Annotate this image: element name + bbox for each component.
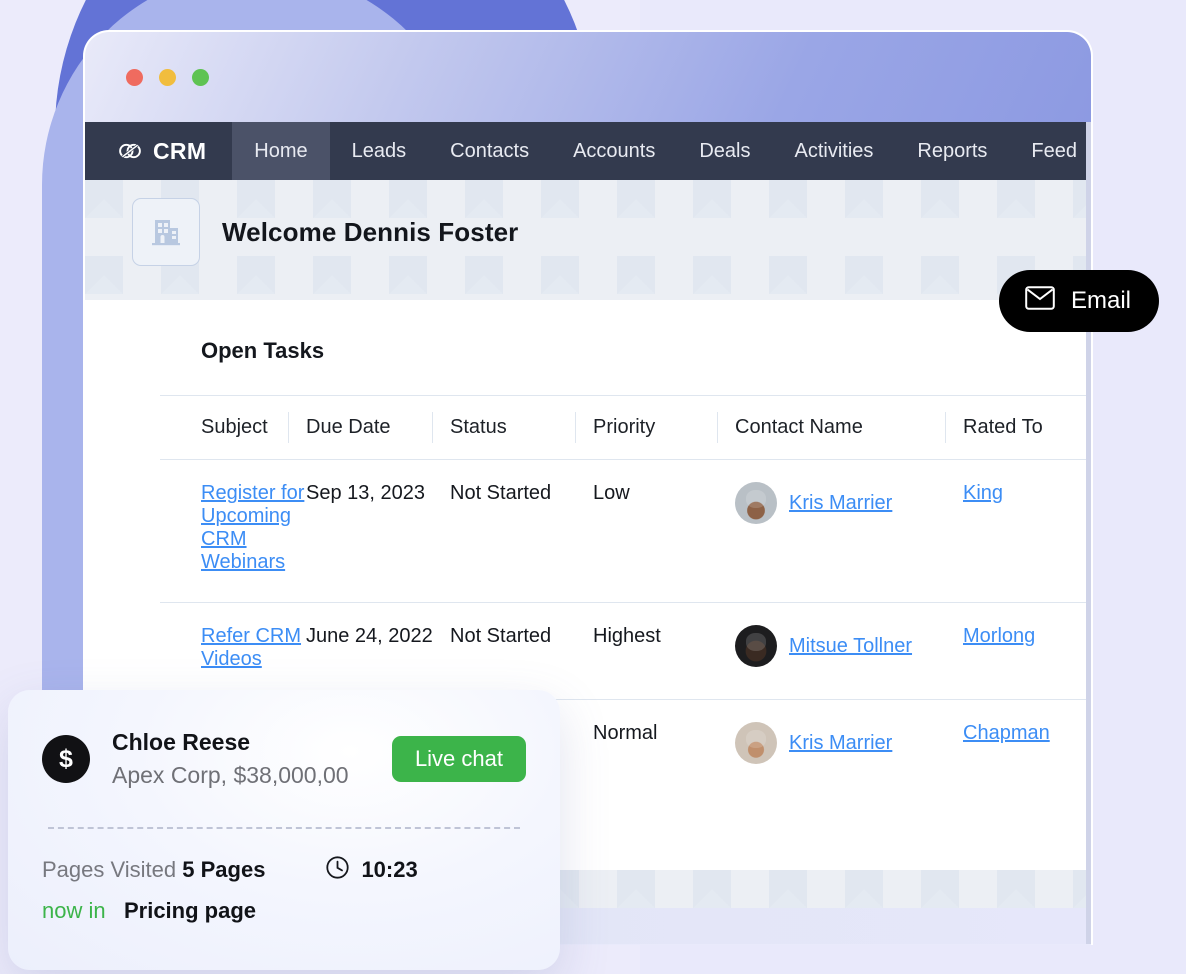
cell-contact: Kris Marrier bbox=[735, 700, 963, 793]
cell-rated-to: Morlong bbox=[963, 602, 1091, 700]
cell-contact: Kris Marrier bbox=[735, 459, 963, 603]
column-header-status[interactable]: Status bbox=[432, 395, 593, 460]
nav-item-reports[interactable]: Reports bbox=[895, 122, 1009, 180]
chat-visitor-info: Chloe Reese Apex Corp, $38,000,00 bbox=[112, 726, 370, 793]
nav-item-deals[interactable]: Deals bbox=[677, 122, 772, 180]
nav-label-reports: Reports bbox=[917, 139, 988, 162]
visit-time: 10:23 bbox=[325, 855, 418, 886]
cell-priority: Highest bbox=[593, 602, 735, 700]
cell-rated-to: King bbox=[963, 459, 1091, 603]
nav-item-home[interactable]: Home bbox=[232, 122, 330, 180]
screenshot-stage: CRM Home Leads Contacts Accounts Deals A… bbox=[0, 0, 1186, 974]
minimize-window-button[interactable] bbox=[159, 68, 176, 86]
column-header-contact-name[interactable]: Contact Name bbox=[717, 395, 963, 460]
dollar-icon: $ bbox=[42, 735, 90, 784]
crm-brand[interactable]: CRM bbox=[85, 122, 232, 180]
chat-card-stats: Pages Visited 5 Pages 10:23 bbox=[42, 855, 526, 886]
contact-link[interactable]: Mitsue Tollner bbox=[789, 635, 912, 658]
welcome-banner: Welcome Dennis Foster bbox=[85, 180, 1091, 300]
nav-label-leads: Leads bbox=[351, 139, 407, 162]
vertical-scrollbar[interactable] bbox=[1086, 122, 1091, 944]
chat-card-divider bbox=[48, 826, 520, 829]
avatar bbox=[735, 482, 777, 524]
nav-label-contacts: Contacts bbox=[450, 139, 530, 162]
nav-item-contacts[interactable]: Contacts bbox=[428, 122, 551, 180]
column-header-due-date[interactable]: Due Date bbox=[288, 395, 450, 460]
nav-item-feed[interactable]: Feed bbox=[1009, 122, 1091, 180]
nav-label-deals: Deals bbox=[699, 139, 751, 162]
nav-item-activities[interactable]: Activities bbox=[772, 122, 895, 180]
avatar bbox=[735, 722, 777, 764]
main-navigation: CRM Home Leads Contacts Accounts Deals A… bbox=[85, 122, 1091, 180]
envelope-icon bbox=[1025, 285, 1055, 317]
page-title: Welcome Dennis Foster bbox=[222, 216, 519, 247]
cell-status: Not Started bbox=[450, 602, 593, 700]
contact-link[interactable]: Kris Marrier bbox=[789, 732, 892, 755]
task-subject-link[interactable]: Register for Upcoming CRM Webinars bbox=[201, 482, 304, 573]
open-tasks-title: Open Tasks bbox=[201, 338, 325, 363]
nav-item-leads[interactable]: Leads bbox=[330, 122, 429, 180]
pages-visited-label: Pages Visited bbox=[42, 857, 177, 883]
cell-subject: Refer CRM Videos bbox=[160, 602, 306, 700]
brand-label: CRM bbox=[153, 137, 207, 164]
email-button[interactable]: Email bbox=[999, 270, 1160, 332]
table-row[interactable]: Refer CRM Videos June 24, 2022 Not Start… bbox=[160, 602, 1091, 700]
cell-status: Not Started bbox=[450, 459, 593, 603]
rated-to-link[interactable]: Chapman bbox=[963, 722, 1050, 744]
email-button-label: Email bbox=[1071, 287, 1132, 314]
table-header-row: Subject Due Date Status Priority Contact… bbox=[160, 395, 1091, 460]
visitor-company: Apex Corp, $38,000,00 bbox=[112, 762, 349, 789]
cell-priority: Low bbox=[593, 459, 735, 603]
table-row[interactable]: Register for Upcoming CRM Webinars Sep 1… bbox=[160, 459, 1091, 603]
maximize-window-button[interactable] bbox=[192, 68, 209, 86]
now-in-page: Pricing page bbox=[123, 897, 257, 923]
live-chat-button[interactable]: Live chat bbox=[391, 736, 526, 783]
nav-label-activities: Activities bbox=[794, 139, 874, 162]
avatar bbox=[735, 625, 777, 667]
column-header-subject[interactable]: Subject bbox=[160, 395, 306, 460]
window-titlebar bbox=[85, 32, 1091, 122]
welcome-row: Welcome Dennis Foster bbox=[132, 198, 518, 266]
nav-item-accounts[interactable]: Accounts bbox=[551, 122, 677, 180]
now-in-label: now in bbox=[42, 897, 106, 923]
cell-priority: Normal bbox=[593, 722, 658, 744]
rated-to-link[interactable]: Morlong bbox=[963, 625, 1035, 647]
column-header-priority[interactable]: Priority bbox=[575, 395, 735, 460]
live-chat-card: $ Chloe Reese Apex Corp, $38,000,00 Live… bbox=[8, 690, 560, 970]
column-header-rated-to[interactable]: Rated To bbox=[945, 395, 1091, 460]
nav-label-accounts: Accounts bbox=[573, 139, 656, 162]
nav-label-feed: Feed bbox=[1031, 139, 1078, 162]
cell-due-date: June 24, 2022 bbox=[306, 602, 450, 700]
contact-link[interactable]: Kris Marrier bbox=[789, 492, 892, 515]
nav-label-home: Home bbox=[254, 139, 308, 162]
cell-due-date: Sep 13, 2023 bbox=[306, 459, 450, 603]
cell-subject: Register for Upcoming CRM Webinars bbox=[160, 459, 306, 603]
table-head: Subject Due Date Status Priority Contact… bbox=[160, 395, 1091, 460]
cell-contact: Mitsue Tollner bbox=[735, 602, 963, 700]
interlocking-links-icon bbox=[117, 138, 143, 164]
chat-card-header: $ Chloe Reese Apex Corp, $38,000,00 Live… bbox=[42, 726, 526, 793]
task-subject-link[interactable]: Refer CRM Videos bbox=[201, 625, 301, 670]
clock-icon bbox=[325, 855, 350, 886]
cell-rated-to: Chapman bbox=[963, 700, 1091, 793]
rated-to-link[interactable]: King bbox=[963, 482, 1003, 504]
chat-current-page: now in Pricing page bbox=[42, 898, 526, 924]
building-icon bbox=[132, 198, 200, 266]
visit-time-value: 10:23 bbox=[361, 857, 418, 883]
close-window-button[interactable] bbox=[126, 68, 143, 86]
visitor-name: Chloe Reese bbox=[112, 729, 251, 755]
pages-visited-value: 5 Pages bbox=[182, 857, 266, 883]
